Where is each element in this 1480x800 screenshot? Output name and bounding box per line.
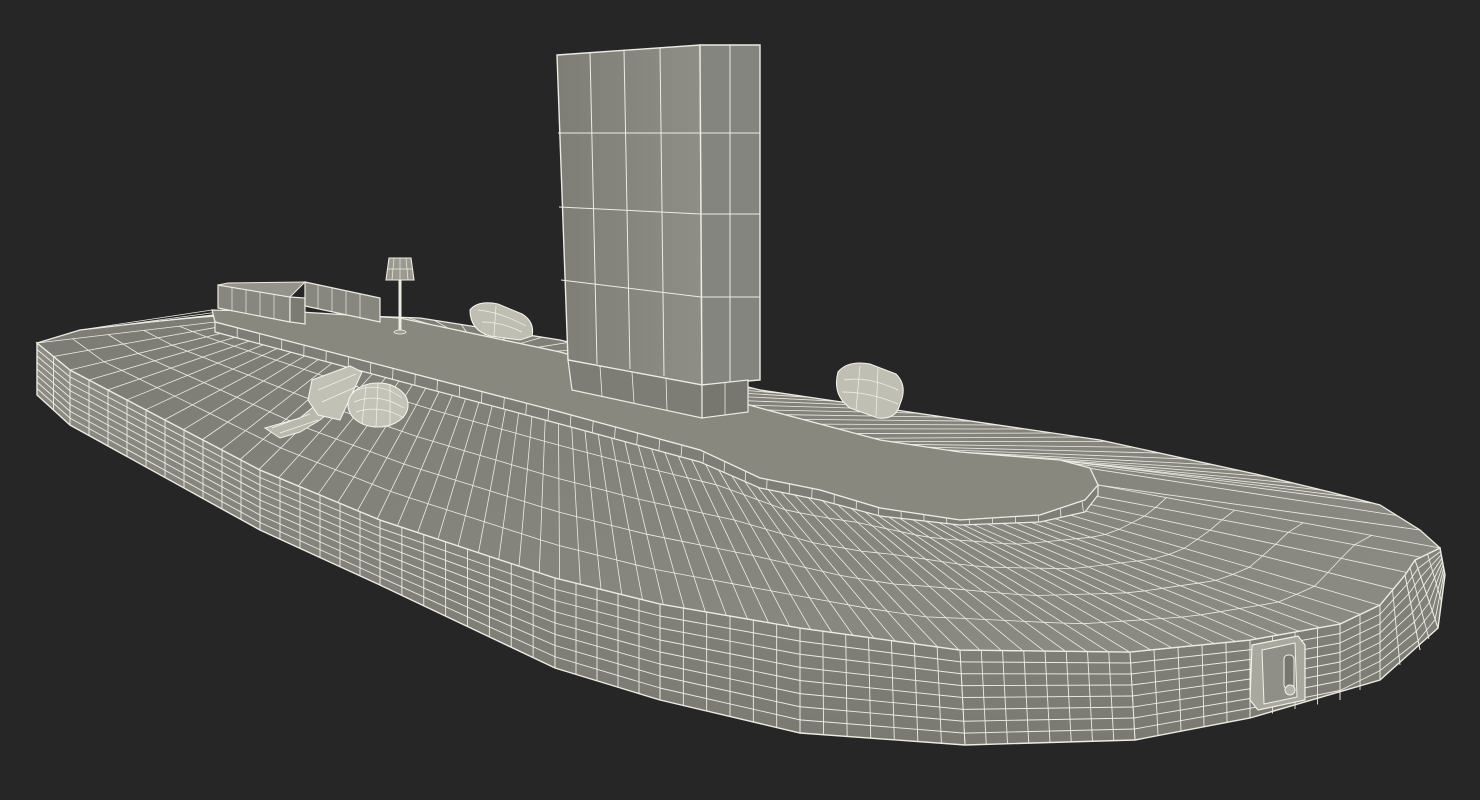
info-display-panel — [556, 44, 761, 419]
render-viewport — [0, 0, 1480, 800]
emergency-stop-box — [1249, 635, 1306, 711]
carousel-wireframe-render — [35, 44, 1446, 746]
